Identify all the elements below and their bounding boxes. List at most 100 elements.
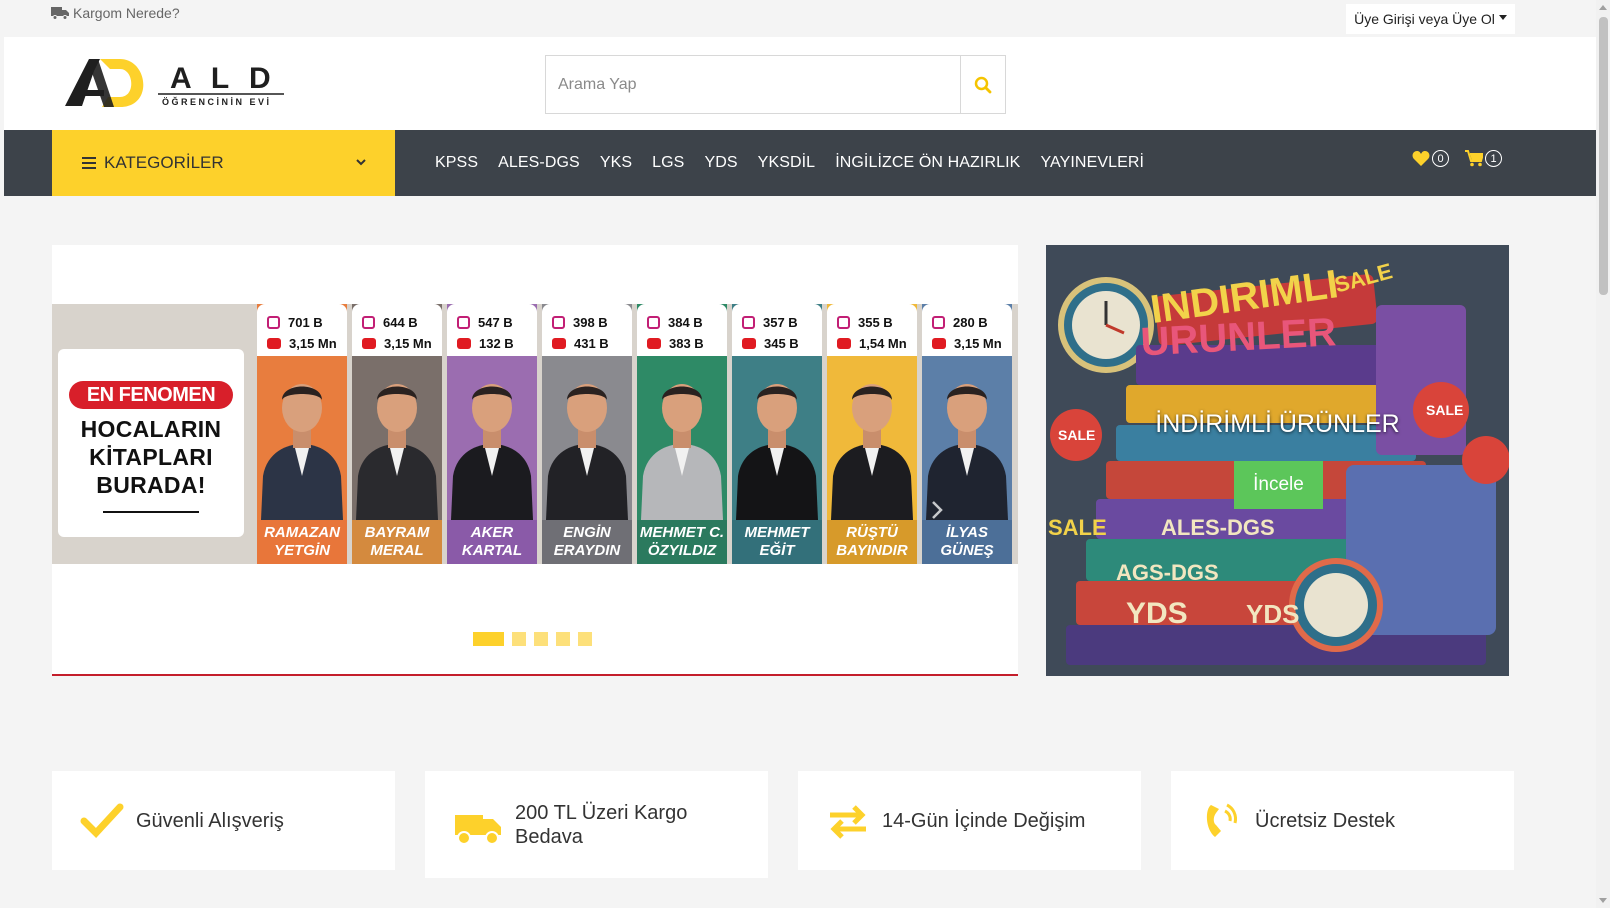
- search-icon: [974, 76, 992, 93]
- svg-text:AGS-DGS: AGS-DGS: [1116, 560, 1219, 585]
- track-order-label: Kargom Nerede?: [73, 5, 180, 21]
- nav-icons: 0 1: [1412, 150, 1502, 167]
- slider-dot[interactable]: [556, 632, 570, 646]
- slider-dot[interactable]: [512, 632, 526, 646]
- teacher-last-name: BAYINDIR: [836, 542, 908, 559]
- search-button[interactable]: [960, 56, 1005, 113]
- teacher-last-name: MERAL: [370, 542, 424, 559]
- nav-link-lgs[interactable]: LGS: [652, 154, 684, 172]
- discount-promo-caption: İNDİRİMLİ ÜRÜNLER: [1155, 410, 1400, 438]
- youtube-count: 345 B: [764, 336, 799, 351]
- youtube-icon: [647, 338, 661, 349]
- teacher-name: MEHMET C. ÖZYILDIZ: [637, 520, 727, 564]
- discount-promo[interactable]: INDIRIMLI URUNLER ALES-DGS AGS-DGS YDS Y…: [1046, 245, 1509, 676]
- exchange-icon: [830, 804, 866, 839]
- check-icon: [80, 803, 124, 838]
- youtube-icon: [267, 338, 281, 349]
- teacher-name: RÜŞTÜ BAYINDIR: [827, 520, 917, 564]
- track-order-link[interactable]: Kargom Nerede?: [51, 5, 180, 21]
- cart-button[interactable]: 1: [1465, 150, 1502, 167]
- teacher-name: BAYRAM MERAL: [352, 520, 442, 564]
- promo-box: EN FENOMEN HOCALARIN KİTAPLARI BURADA!: [58, 349, 244, 537]
- promo-pill: EN FENOMEN: [69, 381, 233, 409]
- nav-link-yks[interactable]: YKS: [600, 154, 632, 172]
- youtube-count: 132 B: [479, 336, 514, 351]
- teacher-stats: 547 B 132 B: [447, 304, 537, 356]
- nav-link-ingilizce-on-hazirlik[interactable]: İNGİLİZCE ÖN HAZIRLIK: [835, 154, 1020, 172]
- teacher-stats: 644 B 3,15 Mn: [352, 304, 442, 356]
- feature-text: Ücretsiz Destek: [1255, 809, 1396, 832]
- teacher-last-name: KARTAL: [461, 542, 523, 559]
- chevron-down-icon: [356, 159, 366, 166]
- nav-link-kpss[interactable]: KPSS: [435, 154, 478, 172]
- teacher-stats: 398 B 431 B: [542, 304, 632, 356]
- chevron-right-icon[interactable]: [930, 500, 944, 520]
- svg-text:ÖĞRENCİNİN EVİ: ÖĞRENCİNİN EVİ: [162, 96, 272, 107]
- teacher-card: 547 B 132 B AKER KARTAL: [447, 304, 537, 564]
- alde-logo[interactable]: A L D E ÖĞRENCİNİN EVİ: [62, 53, 292, 113]
- slider-dot[interactable]: [578, 632, 592, 646]
- svg-text:SALE: SALE: [1048, 515, 1107, 540]
- categories-menu-button[interactable]: KATEGORİLER: [52, 130, 395, 196]
- login-dropdown[interactable]: Üye Girişi veya Üye Ol: [1346, 4, 1515, 34]
- feature-exchange: 14-Gün İçinde Değişim: [798, 771, 1141, 870]
- teacher-first-name: RÜŞTÜ: [846, 524, 898, 541]
- search-bar: [545, 55, 1006, 114]
- nav-link-yayinevleri[interactable]: YAYINEVLERİ: [1040, 154, 1144, 172]
- nav-link-yksdil[interactable]: YKSDİL: [758, 154, 816, 172]
- promo-underline: [103, 511, 199, 513]
- promo-line-2: KİTAPLARI: [89, 444, 213, 470]
- heart-icon: [1412, 151, 1430, 166]
- teacher-first-name: MEHMET C.: [639, 524, 725, 541]
- truck-icon: [51, 7, 69, 20]
- instagram-icon: [837, 316, 850, 329]
- teacher-first-name: İLYAS: [946, 524, 988, 541]
- instagram-count: 280 B: [953, 315, 988, 330]
- slider-dot[interactable]: [473, 632, 504, 646]
- slider-dot[interactable]: [534, 632, 548, 646]
- top-strip: Kargom Nerede? Üye Girişi veya Üye Ol: [0, 0, 1596, 37]
- scroll-up-icon[interactable]: [1599, 5, 1607, 10]
- inspect-button[interactable]: İncele: [1234, 461, 1323, 509]
- teacher-first-name: BAYRAM: [364, 524, 430, 541]
- teacher-first-name: MEHMET: [744, 524, 810, 541]
- teacher-first-name: AKER: [470, 524, 514, 541]
- search-input[interactable]: [546, 56, 960, 113]
- youtube-count: 431 B: [574, 336, 609, 351]
- svg-text:ALES-DGS: ALES-DGS: [1161, 515, 1275, 540]
- nav-link-ales-dgs[interactable]: ALES-DGS: [498, 154, 580, 172]
- teacher-name: ENGİN ERAYDIN: [542, 520, 632, 564]
- scroll-down-icon[interactable]: [1599, 898, 1607, 903]
- youtube-icon: [457, 338, 471, 349]
- svg-text:YDS: YDS: [1126, 597, 1188, 630]
- instagram-icon: [932, 316, 945, 329]
- feature-text: Güvenli Alışveriş: [136, 809, 284, 832]
- slide-banner[interactable]: EN FENOMEN HOCALARIN KİTAPLARI BURADA! 7…: [52, 304, 1018, 564]
- favorites-button[interactable]: 0: [1412, 150, 1449, 167]
- nav-link-yds[interactable]: YDS: [704, 154, 737, 172]
- page-scrollbar[interactable]: [1596, 0, 1610, 908]
- instagram-icon: [742, 316, 755, 329]
- instagram-count: 644 B: [383, 315, 418, 330]
- instagram-count: 384 B: [668, 315, 703, 330]
- teacher-first-name: RAMAZAN: [264, 524, 340, 541]
- teacher-stats: 701 B 3,15 Mn: [257, 304, 347, 356]
- teacher-stats: 384 B 383 B: [637, 304, 727, 356]
- cart-icon: [1465, 150, 1483, 167]
- instagram-icon: [362, 316, 375, 329]
- teacher-name: MEHMET EĞİT: [732, 520, 822, 564]
- teacher-card: 384 B 383 B MEHMET C. ÖZYILDIZ: [637, 304, 727, 564]
- teacher-stats: 355 B 1,54 Mn: [827, 304, 917, 356]
- teacher-last-name: ÖZYILDIZ: [647, 542, 717, 559]
- teacher-card: 701 B 3,15 Mn RAMAZAN YETGİN: [257, 304, 347, 564]
- scrollbar-thumb[interactable]: [1599, 17, 1608, 295]
- slider-dots: [473, 632, 592, 646]
- instagram-count: 547 B: [478, 315, 513, 330]
- teacher-name: İLYAS GÜNEŞ: [922, 520, 1012, 564]
- feature-secure-shopping: Güvenli Alışveriş: [52, 771, 395, 870]
- youtube-count: 383 B: [669, 336, 704, 351]
- teacher-name: AKER KARTAL: [447, 520, 537, 564]
- instagram-count: 357 B: [763, 315, 798, 330]
- instagram-icon: [552, 316, 565, 329]
- teacher-cards: 701 B 3,15 Mn RAMAZAN YETGİN 644 B 3,15 Mn BAY…: [257, 304, 1017, 564]
